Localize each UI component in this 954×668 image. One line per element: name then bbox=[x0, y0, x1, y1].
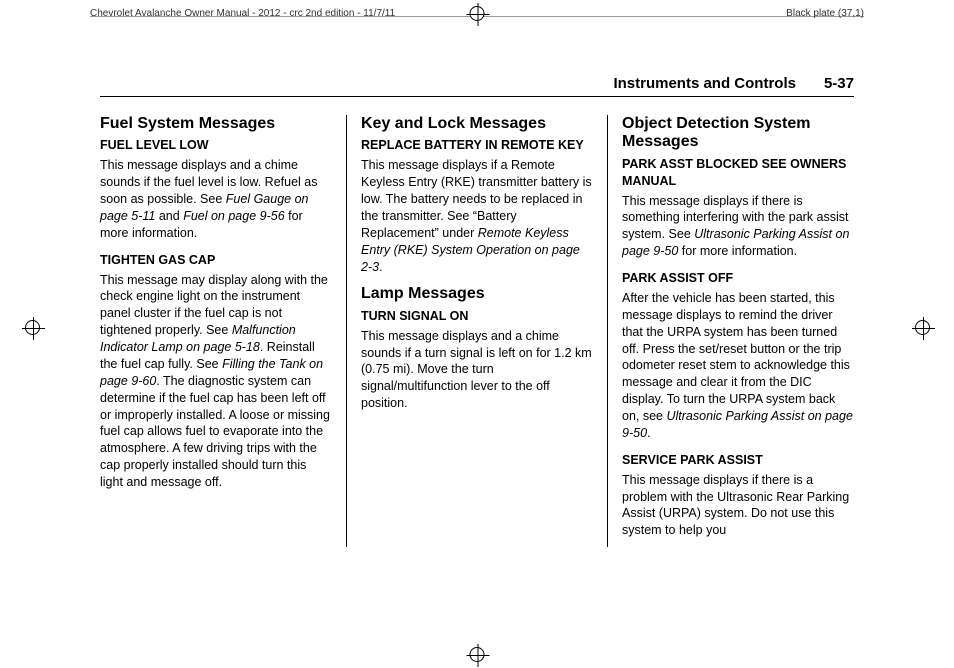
plate-info: Black plate (37,1) bbox=[786, 8, 864, 19]
column-1: Fuel System Messages FUEL LEVEL LOW This… bbox=[100, 115, 346, 547]
page-number: 5-37 bbox=[824, 75, 854, 92]
para: This message displays and a chime sounds… bbox=[361, 328, 593, 412]
column-container: Fuel System Messages FUEL LEVEL LOW This… bbox=[100, 115, 854, 547]
para: This message displays if a Remote Keyles… bbox=[361, 157, 593, 275]
para: This message displays and a chime sounds… bbox=[100, 157, 332, 241]
registration-mark-left bbox=[18, 320, 46, 348]
subhead-tighten-gas-cap: TIGHTEN GAS CAP bbox=[100, 252, 332, 269]
para: This message displays if there is someth… bbox=[622, 193, 854, 261]
heading-lamp-messages: Lamp Messages bbox=[361, 285, 593, 303]
subhead-turn-signal-on: TURN SIGNAL ON bbox=[361, 308, 593, 325]
registration-mark-bottom bbox=[470, 647, 485, 662]
print-header: Chevrolet Avalanche Owner Manual - 2012 … bbox=[0, 8, 954, 19]
registration-mark-right bbox=[908, 320, 936, 348]
heading-fuel-system: Fuel System Messages bbox=[100, 115, 332, 133]
subhead-park-asst-blocked: PARK ASST BLOCKED SEE OWNERS MANUAL bbox=[622, 156, 854, 190]
heading-key-lock: Key and Lock Messages bbox=[361, 115, 593, 133]
subhead-fuel-level-low: FUEL LEVEL LOW bbox=[100, 137, 332, 154]
para: This message displays if there is a prob… bbox=[622, 472, 854, 540]
subhead-service-park-assist: SERVICE PARK ASSIST bbox=[622, 452, 854, 469]
doc-title: Chevrolet Avalanche Owner Manual - 2012 … bbox=[90, 8, 395, 19]
para: This message may display along with the … bbox=[100, 272, 332, 491]
subhead-replace-battery: REPLACE BATTERY IN REMOTE KEY bbox=[361, 137, 593, 154]
column-3: Object Detection System Messages PARK AS… bbox=[607, 115, 854, 547]
heading-object-detection: Object Detection System Messages bbox=[622, 115, 854, 152]
column-2: Key and Lock Messages REPLACE BATTERY IN… bbox=[346, 115, 607, 547]
para: After the vehicle has been started, this… bbox=[622, 290, 854, 442]
subhead-park-assist-off: PARK ASSIST OFF bbox=[622, 270, 854, 287]
registration-mark-top bbox=[470, 6, 485, 21]
section-title: Instruments and Controls bbox=[613, 75, 796, 92]
xref: Fuel on page 9-56 bbox=[183, 209, 284, 223]
page-content: Instruments and Controls 5-37 Fuel Syste… bbox=[100, 75, 854, 547]
running-head: Instruments and Controls 5-37 bbox=[100, 75, 854, 97]
